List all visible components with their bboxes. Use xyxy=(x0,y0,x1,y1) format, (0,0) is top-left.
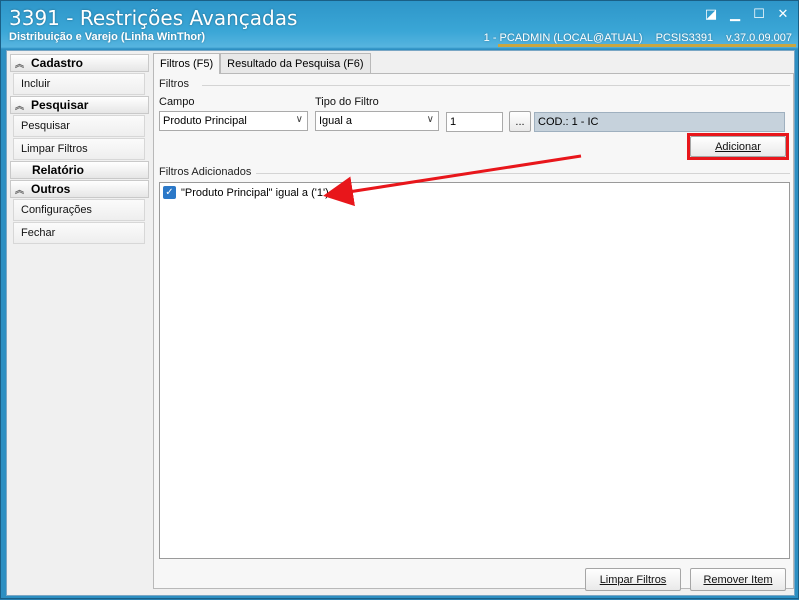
program-code: PCSIS3391 xyxy=(655,32,714,44)
window-controls: ◪ ▁ ☐ ✕ xyxy=(704,7,790,21)
sidebar-item-label: Incluir xyxy=(21,78,51,90)
filtros-list[interactable]: ✓ "Produto Principal" igual a ('1') xyxy=(159,182,790,559)
sidebar-item-label: Configurações xyxy=(21,204,92,216)
valor-input[interactable]: 1 xyxy=(446,112,503,132)
title-accent-line xyxy=(498,44,796,47)
descricao-field: COD.: 1 - IC xyxy=(534,112,785,132)
sidebar-group-label: Outros xyxy=(31,182,71,196)
campo-value: Produto Principal xyxy=(163,115,247,127)
filtros-adicionados-label: Filtros Adicionados xyxy=(159,166,252,178)
campo-select[interactable]: Produto Principal ∨ xyxy=(159,111,308,131)
chevron-down-icon: ∨ xyxy=(426,114,434,125)
sidebar: ︽ Cadastro Incluir ︽ Pesquisar Pesquisar… xyxy=(10,53,149,593)
chevron-double-up-icon: ︽ xyxy=(15,100,25,111)
sidebar-item-fechar[interactable]: Fechar xyxy=(13,222,145,244)
limpar-filtros-button[interactable]: Limpar Filtros xyxy=(585,568,681,591)
window-title: 3391 - Restrições Avançadas xyxy=(9,6,298,30)
remover-item-button[interactable]: Remover Item xyxy=(690,568,786,591)
sidebar-item-pesquisar[interactable]: Pesquisar xyxy=(13,115,145,137)
app-window: 3391 - Restrições Avançadas Distribuição… xyxy=(0,0,799,599)
chevron-down-icon: ∨ xyxy=(295,114,303,125)
sidebar-group-label: Cadastro xyxy=(31,56,84,70)
sidebar-group-pesquisar[interactable]: ︽ Pesquisar xyxy=(10,96,149,114)
adicionar-label: Adicionar xyxy=(715,140,761,153)
title-bar: 3391 - Restrições Avançadas Distribuição… xyxy=(1,1,798,47)
limpar-label: Limpar Filtros xyxy=(599,573,667,586)
filtros-section-label: Filtros xyxy=(159,78,189,90)
chevron-double-up-icon: ︽ xyxy=(15,58,25,69)
sidebar-item-limpar-filtros[interactable]: Limpar Filtros xyxy=(13,138,145,160)
tab-resultado[interactable]: Resultado da Pesquisa (F6) xyxy=(220,53,371,73)
divider xyxy=(256,173,790,174)
tab-page-filtros: Filtros Campo Produto Principal ∨ Tipo d… xyxy=(153,73,794,591)
session-info: 1 - PCADMIN (LOCAL@ATUAL) PCSIS3391 v.37… xyxy=(474,32,792,44)
restore-icon[interactable]: ◪ xyxy=(704,7,718,21)
sidebar-group-label: Relatório xyxy=(32,163,85,177)
sidebar-group-outros[interactable]: ︽ Outros xyxy=(10,180,149,198)
sidebar-group-relatorio[interactable]: Relatório xyxy=(10,161,149,179)
tipo-value: Igual a xyxy=(319,115,353,127)
campo-label: Campo xyxy=(159,96,195,108)
sidebar-item-incluir[interactable]: Incluir xyxy=(13,73,145,95)
remover-label: Remover Item xyxy=(703,573,773,586)
adicionar-button[interactable]: Adicionar xyxy=(690,136,786,157)
tab-strip: Filtros (F5) Resultado da Pesquisa (F6) xyxy=(153,53,371,74)
divider xyxy=(202,85,790,86)
user-info: 1 - PCADMIN (LOCAL@ATUAL) xyxy=(483,32,643,44)
sidebar-group-cadastro[interactable]: ︽ Cadastro xyxy=(10,54,149,72)
sidebar-item-label: Fechar xyxy=(21,227,56,239)
browse-button[interactable]: ... xyxy=(509,111,531,132)
sidebar-item-configuracoes[interactable]: Configurações xyxy=(13,199,145,221)
sidebar-item-label: Limpar Filtros xyxy=(21,143,88,155)
main-panel: Filtros (F5) Resultado da Pesquisa (F6) … xyxy=(153,53,794,593)
filter-item-text: "Produto Principal" igual a ('1') xyxy=(181,186,329,199)
window-subtitle: Distribuição e Varejo (Linha WinThor) xyxy=(9,31,206,43)
close-icon[interactable]: ✕ xyxy=(776,7,790,21)
tipo-select[interactable]: Igual a ∨ xyxy=(315,111,439,131)
sidebar-group-label: Pesquisar xyxy=(31,98,89,112)
client-area: ︽ Cadastro Incluir ︽ Pesquisar Pesquisar… xyxy=(6,50,795,596)
sidebar-item-label: Pesquisar xyxy=(21,120,70,132)
minimize-icon[interactable]: ▁ xyxy=(728,7,742,21)
chevron-double-up-icon: ︽ xyxy=(15,184,25,195)
checkbox-checked-icon[interactable]: ✓ xyxy=(163,186,176,199)
version-label: v.37.0.09.007 xyxy=(726,32,792,44)
tipo-label: Tipo do Filtro xyxy=(315,96,379,108)
list-item[interactable]: ✓ "Produto Principal" igual a ('1') xyxy=(163,186,329,199)
tab-filtros[interactable]: Filtros (F5) xyxy=(153,53,221,74)
maximize-icon[interactable]: ☐ xyxy=(752,7,766,21)
